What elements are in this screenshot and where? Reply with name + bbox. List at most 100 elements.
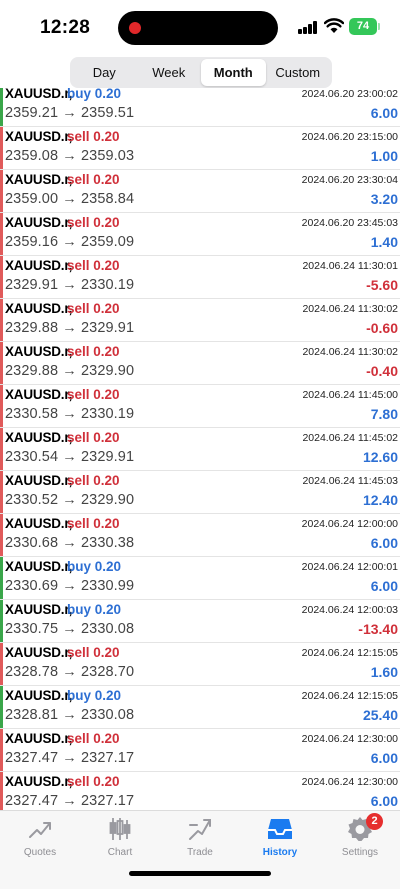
deal-type-volume: sell 0.20	[67, 516, 120, 531]
deal-side-indicator	[0, 170, 3, 212]
history-deal-list[interactable]: XAUUSD.r, buy 0.20 2359.21 → 2359.51 2024.0…	[0, 88, 400, 810]
deal-close-price: 2358.84	[81, 191, 135, 207]
deal-row[interactable]: XAUUSD.r, buy 0.20 2330.69 → 2330.99 2024.0…	[0, 557, 400, 600]
period-month-button[interactable]: Month	[201, 59, 266, 86]
gear-icon	[320, 815, 400, 843]
deal-close-price: 2329.91	[81, 449, 135, 465]
deal-profit: 6.00	[370, 535, 398, 551]
tab-label: Quotes	[23, 847, 57, 858]
deal-profit: -13.40	[358, 621, 398, 637]
deal-profit: -0.60	[366, 320, 398, 336]
deal-row[interactable]: XAUUSD.r, sell 0.20 2328.78 → 2328.70 2024.…	[0, 643, 400, 686]
arrow-right-icon: →	[62, 793, 77, 809]
deal-symbol: XAUUSD.r,	[5, 129, 73, 144]
deal-close-price: 2359.03	[81, 148, 135, 164]
deal-symbol: XAUUSD.r,	[5, 559, 73, 574]
deal-open-price: 2330.69	[5, 578, 59, 594]
deal-open-price: 2329.88	[5, 320, 59, 336]
deal-close-price: 2330.08	[81, 707, 135, 723]
deal-close-price: 2330.38	[81, 535, 135, 551]
deal-row[interactable]: XAUUSD.r, sell 0.20 2329.91 → 2330.19 2024.…	[0, 256, 400, 299]
deal-row[interactable]: XAUUSD.r, sell 0.20 2330.58 → 2330.19 2024.…	[0, 385, 400, 428]
deal-type-volume: sell 0.20	[67, 344, 120, 359]
deal-symbol: XAUUSD.r,	[5, 258, 73, 273]
deal-open-price: 2327.47	[5, 750, 59, 766]
deal-row[interactable]: XAUUSD.r, sell 0.20 2330.52 → 2329.90 2024.…	[0, 471, 400, 514]
deal-side-indicator	[0, 88, 3, 126]
deal-row[interactable]: XAUUSD.r, sell 0.20 2327.47 → 2327.17 2024.…	[0, 729, 400, 772]
deal-symbol: XAUUSD.r,	[5, 430, 73, 445]
deal-row[interactable]: XAUUSD.r, sell 0.20 2330.68 → 2330.38 2024.…	[0, 514, 400, 557]
deal-type-volume: sell 0.20	[67, 258, 120, 273]
period-custom-button[interactable]: Custom	[266, 59, 331, 86]
deal-time: 2024.06.20 23:00:02	[301, 88, 398, 100]
deal-time: 2024.06.24 11:30:01	[302, 260, 398, 272]
deal-prices: 2329.91 → 2330.19	[5, 277, 134, 293]
tab-quotes[interactable]: Quotes	[0, 815, 80, 867]
deal-profit: 1.00	[370, 148, 398, 164]
deal-prices: 2359.00 → 2358.84	[5, 191, 134, 207]
deal-row[interactable]: XAUUSD.r, buy 0.20 2330.75 → 2330.08 2024.0…	[0, 600, 400, 643]
deal-close-price: 2329.90	[81, 492, 135, 508]
tab-settings[interactable]: Settings 2	[320, 813, 400, 867]
deal-open-price: 2330.68	[5, 535, 59, 551]
deal-symbol: XAUUSD.r,	[5, 473, 73, 488]
tab-label: Trade	[187, 847, 213, 858]
deal-profit: 6.00	[370, 578, 398, 594]
arrow-right-icon: →	[62, 363, 77, 379]
arrow-right-icon: →	[62, 320, 77, 336]
deal-row[interactable]: XAUUSD.r, sell 0.20 2329.88 → 2329.90 2024.…	[0, 342, 400, 385]
tab-trade[interactable]: Trade	[160, 815, 240, 867]
deal-time: 2024.06.24 11:45:03	[302, 475, 398, 487]
deal-row[interactable]: XAUUSD.r, sell 0.20 2330.54 → 2329.91 2024.…	[0, 428, 400, 471]
deal-type-volume: buy 0.20	[67, 88, 122, 101]
deal-type-volume: sell 0.20	[67, 430, 120, 445]
quotes-icon	[0, 815, 80, 843]
deal-time: 2024.06.24 11:45:00	[302, 389, 398, 401]
deal-row[interactable]: XAUUSD.r, sell 0.20 2359.08 → 2359.03 2024.…	[0, 127, 400, 170]
period-segmented-control: Day Week Month Custom	[70, 57, 332, 88]
period-week-button[interactable]: Week	[137, 59, 202, 86]
deal-symbol: XAUUSD.r,	[5, 301, 73, 316]
deal-side-indicator	[0, 600, 3, 642]
deal-type-volume: sell 0.20	[67, 172, 120, 187]
deal-profit: -0.40	[366, 363, 398, 379]
deal-row[interactable]: XAUUSD.r, sell 0.20 2327.47 → 2327.17 2024.…	[0, 772, 400, 810]
deal-symbol: XAUUSD.r,	[5, 172, 73, 187]
tab-chart[interactable]: Chart	[80, 815, 160, 867]
deal-open-price: 2330.54	[5, 449, 59, 465]
deal-row[interactable]: XAUUSD.r, buy 0.20 2328.81 → 2330.08 2024.0…	[0, 686, 400, 729]
deal-time: 2024.06.24 12:15:05	[301, 690, 398, 702]
deal-time: 2024.06.24 12:15:05	[301, 647, 398, 659]
deal-open-price: 2359.16	[5, 234, 59, 250]
deal-prices: 2329.88 → 2329.90	[5, 363, 134, 379]
deal-time: 2024.06.24 12:30:00	[301, 733, 398, 745]
deal-prices: 2330.68 → 2330.38	[5, 535, 134, 551]
tab-history[interactable]: History	[240, 815, 320, 867]
arrow-right-icon: →	[62, 664, 77, 680]
deal-row[interactable]: XAUUSD.r, buy 0.20 2359.21 → 2359.51 2024.0…	[0, 88, 400, 127]
deal-open-price: 2330.75	[5, 621, 59, 637]
deal-symbol: XAUUSD.r,	[5, 731, 73, 746]
arrow-right-icon: →	[62, 449, 77, 465]
deal-row[interactable]: XAUUSD.r, sell 0.20 2329.88 → 2329.91 2024.…	[0, 299, 400, 342]
deal-type-volume: sell 0.20	[67, 215, 120, 230]
deal-time: 2024.06.24 12:30:00	[301, 776, 398, 788]
deal-time: 2024.06.20 23:45:03	[301, 217, 398, 229]
deal-side-indicator	[0, 514, 3, 556]
arrow-right-icon: →	[62, 277, 77, 293]
deal-side-indicator	[0, 299, 3, 341]
deal-prices: 2330.52 → 2329.90	[5, 492, 134, 508]
deal-open-price: 2359.00	[5, 191, 59, 207]
home-indicator[interactable]	[129, 871, 271, 876]
deal-close-price: 2330.19	[81, 406, 135, 422]
deal-row[interactable]: XAUUSD.r, sell 0.20 2359.16 → 2359.09 2024.…	[0, 213, 400, 256]
arrow-right-icon: →	[62, 750, 77, 766]
tab-label: Chart	[107, 847, 133, 858]
deal-side-indicator	[0, 385, 3, 427]
deal-type-volume: sell 0.20	[67, 301, 120, 316]
deal-profit: 6.00	[370, 105, 398, 121]
tab-label: History	[262, 847, 298, 858]
period-day-button[interactable]: Day	[72, 59, 137, 86]
deal-row[interactable]: XAUUSD.r, sell 0.20 2359.00 → 2358.84 2024.…	[0, 170, 400, 213]
